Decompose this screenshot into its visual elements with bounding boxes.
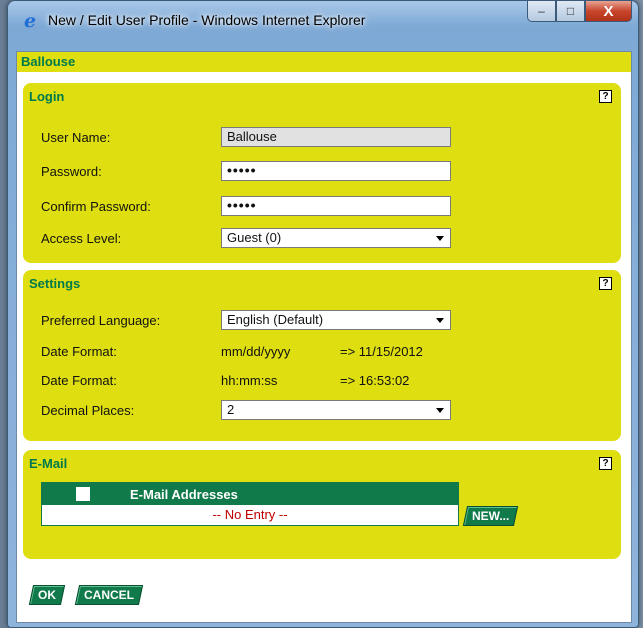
- minimize-icon: –: [538, 4, 545, 18]
- access-level-value: Guest (0): [227, 230, 282, 245]
- confirm-password-label: Confirm Password:: [41, 199, 151, 214]
- email-empty-row: -- No Entry --: [212, 507, 288, 522]
- browser-window: e New / Edit User Profile - Windows Inte…: [7, 0, 639, 628]
- language-value: English (Default): [227, 312, 324, 327]
- username-label: User Name:: [41, 130, 111, 145]
- email-panel: E-Mail ? E-Mail Addresses -- No Entry --…: [23, 450, 621, 559]
- settings-help-icon[interactable]: ?: [599, 277, 612, 290]
- maximize-button[interactable]: □: [556, 1, 585, 22]
- decimal-places-value: 2: [227, 402, 235, 417]
- select-all-checkbox[interactable]: [76, 487, 90, 501]
- time-format-label: Date Format:: [41, 373, 117, 388]
- password-label: Password:: [41, 164, 102, 179]
- profile-name-header: Ballouse: [17, 52, 631, 72]
- email-table-header: E-Mail Addresses: [42, 483, 458, 505]
- date-format-example: => 11/15/2012: [340, 344, 423, 359]
- maximize-icon: □: [566, 4, 575, 18]
- dropdown-arrow-icon: [436, 408, 444, 413]
- ie-icon: e: [24, 10, 37, 32]
- decimal-places-select[interactable]: 2: [221, 400, 451, 420]
- dropdown-arrow-icon: [436, 236, 444, 241]
- password-field[interactable]: •••••: [221, 161, 451, 181]
- dropdown-arrow-icon: [436, 318, 444, 323]
- language-label: Preferred Language:: [41, 313, 161, 328]
- cancel-button-label: CANCEL: [84, 588, 134, 602]
- decimal-places-label: Decimal Places:: [41, 403, 135, 418]
- window-title: New / Edit User Profile - Windows Intern…: [48, 12, 366, 28]
- minimize-button[interactable]: –: [527, 1, 556, 22]
- email-column-header: E-Mail Addresses: [130, 486, 238, 502]
- date-format-value: mm/dd/yyyy: [221, 344, 291, 359]
- time-format-example: => 16:53:02: [340, 373, 410, 388]
- email-table: E-Mail Addresses -- No Entry --: [41, 482, 459, 526]
- settings-panel: Settings ? Preferred Language: English (…: [23, 270, 621, 441]
- time-format-value: hh:mm:ss: [221, 373, 278, 388]
- title-bar[interactable]: e New / Edit User Profile - Windows Inte…: [8, 1, 638, 37]
- username-field: Ballouse: [221, 127, 451, 147]
- email-title: E-Mail: [29, 456, 68, 471]
- new-email-button-label: NEW...: [472, 509, 510, 523]
- window-controls: – □ X: [527, 1, 632, 22]
- close-icon: X: [603, 2, 614, 20]
- access-level-label: Access Level:: [41, 231, 122, 246]
- ok-button[interactable]: OK: [28, 585, 66, 605]
- settings-title: Settings: [29, 276, 81, 291]
- confirm-password-field[interactable]: •••••: [221, 196, 451, 216]
- close-button[interactable]: X: [585, 1, 632, 22]
- login-help-icon[interactable]: ?: [599, 90, 612, 103]
- login-panel: Login ? User Name: Ballouse Password: ••…: [23, 83, 621, 263]
- cancel-button[interactable]: CANCEL: [74, 585, 144, 605]
- ok-button-label: OK: [38, 588, 56, 602]
- date-format-label: Date Format:: [41, 344, 117, 359]
- login-title: Login: [29, 89, 65, 104]
- dialog-content: Ballouse Login ? User Name: Ballouse Pas…: [16, 51, 632, 623]
- language-select[interactable]: English (Default): [221, 310, 451, 330]
- email-help-icon[interactable]: ?: [599, 457, 612, 470]
- access-level-select[interactable]: Guest (0): [221, 228, 451, 248]
- new-email-button[interactable]: NEW...: [462, 506, 519, 526]
